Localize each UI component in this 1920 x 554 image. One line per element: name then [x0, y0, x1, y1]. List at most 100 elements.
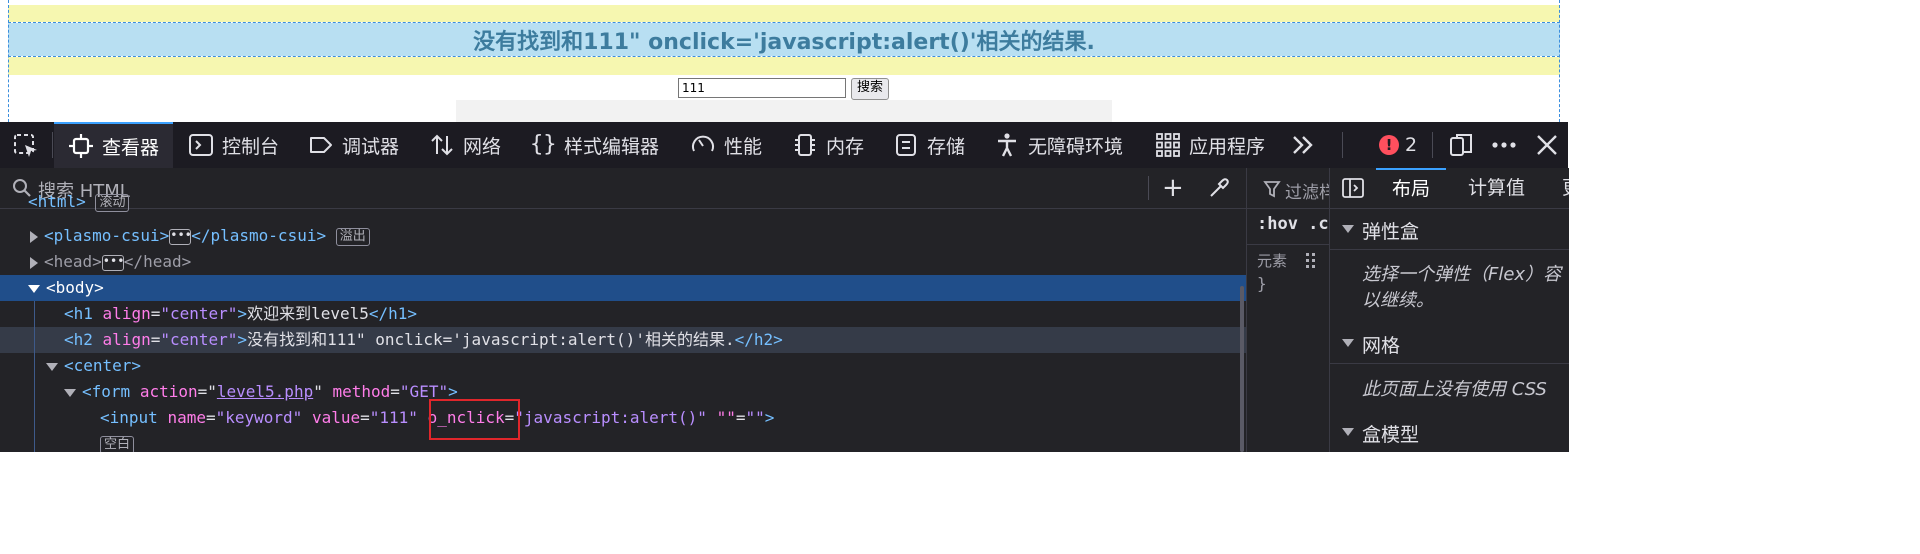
sidebar-tabs: 布局 计算值 更 [1330, 168, 1569, 209]
element-rule-label: 元素 [1257, 252, 1288, 270]
markup-line-html[interactable]: <html> 滚动 [0, 189, 1246, 215]
tab-memory[interactable]: 内存 [792, 122, 864, 168]
tab-style-editor[interactable]: {} 样式编辑器 [530, 122, 659, 168]
tab-storage-label: 存储 [927, 135, 966, 158]
network-icon [429, 132, 455, 158]
tab-console-label: 控制台 [222, 135, 280, 158]
tab-performance-label: 性能 [724, 135, 763, 158]
scroll-badge[interactable]: 滚动 [95, 193, 130, 212]
grid-hint: 此页面上没有使用 CSS [1362, 379, 1547, 400]
tab-console[interactable]: 控制台 [188, 122, 279, 168]
tab-network[interactable]: 网络 [429, 122, 501, 168]
h1-highlight-margin [8, 5, 1560, 22]
flexbox-title: 弹性盒 [1362, 221, 1420, 243]
rules-filter-input[interactable]: 过滤样 [1285, 178, 1329, 203]
tab-application[interactable]: 应用程序 [1155, 122, 1265, 168]
element-rule-brace: } [1257, 274, 1267, 293]
expand-arrow-icon[interactable] [30, 230, 38, 243]
tab-more[interactable]: 更 [1562, 168, 1569, 208]
collapsed-ellipsis-icon[interactable]: ••• [101, 254, 124, 271]
guide-line-top [8, 22, 1560, 23]
collapse-arrow-icon [1342, 225, 1354, 233]
storage-icon [893, 132, 919, 158]
boxmodel-section[interactable]: 盒模型 [1330, 412, 1569, 452]
markup-panel: 搜索 HTML + <html> 滚动 <plasmo-csui>•••</pl… [0, 168, 1246, 452]
markup-line-head[interactable]: <head>•••</head> [0, 249, 1246, 275]
grid-section[interactable]: 网格 [1330, 323, 1569, 364]
grid-icon[interactable] [1305, 252, 1321, 268]
layout-panel: 布局 计算值 更 弹性盒 选择一个弹性（Flex）容 以继续。 网格 此页面上没… [1329, 168, 1569, 452]
markup-line-h1[interactable]: <h1 align="center">欢迎来到level5</h1> [0, 301, 1246, 327]
close-icon[interactable] [1535, 122, 1559, 168]
filter-icon [1263, 180, 1281, 198]
more-icon[interactable] [1490, 122, 1518, 168]
pseudo-class-toggle[interactable]: :hov .cl [1257, 214, 1329, 234]
collapse-arrow-icon[interactable] [64, 388, 76, 397]
markup-line-h2[interactable]: <h2 align="center">没有找到和111" onclick='ja… [0, 327, 1246, 353]
markup-line-center[interactable]: <center> [0, 353, 1246, 379]
markup-line-body[interactable]: <body> [0, 275, 1246, 301]
rules-panel: 过滤样 :hov .cl 元素 } [1246, 168, 1329, 452]
tab-accessibility[interactable]: 无障碍环境 [994, 122, 1123, 168]
whitespace-badge[interactable]: 空白 [100, 435, 135, 452]
devtools-toolbar: 查看器 控制台 调试器 网络 {} 样式编辑器 性能 内存 存储 无障碍环境 应… [0, 122, 1568, 168]
search-button[interactable]: 搜索 [851, 78, 889, 100]
toolbar-separator [1432, 132, 1433, 158]
collapse-arrow-icon[interactable] [46, 362, 58, 371]
tab-accessibility-label: 无障碍环境 [1028, 135, 1124, 158]
performance-icon [690, 132, 716, 158]
markup-line-plasmo[interactable]: <plasmo-csui>•••</plasmo-csui> 溢出 [0, 223, 1246, 249]
search-form: 111 搜索 [0, 77, 1568, 101]
tab-performance[interactable]: 性能 [690, 122, 762, 168]
tab-inspector[interactable]: 查看器 [54, 122, 174, 168]
overflow-badge[interactable]: 溢出 [335, 227, 370, 246]
collapse-arrow-icon[interactable] [28, 284, 40, 293]
tab-network-label: 网络 [463, 135, 502, 158]
tab-layout[interactable]: 布局 [1376, 168, 1447, 208]
accessibility-icon [994, 132, 1020, 158]
tab-memory-label: 内存 [826, 135, 865, 158]
indent-guide [34, 301, 35, 452]
expand-arrow-icon[interactable] [30, 256, 38, 269]
guide-line-left [8, 0, 9, 122]
application-icon [1155, 132, 1181, 158]
error-icon: ! [1379, 135, 1399, 155]
toolbar-separator [52, 132, 53, 158]
flexbox-section[interactable]: 弹性盒 [1330, 209, 1569, 250]
picker-icon[interactable] [12, 132, 40, 160]
collapsed-ellipsis-icon[interactable]: ••• [169, 228, 192, 245]
page-viewport: 没有找到和111" onclick='javascript:alert()'相关… [0, 0, 1568, 122]
h2-highlight-margin [8, 57, 1560, 75]
tab-inspector-label: 查看器 [102, 136, 160, 159]
markup-scrollbar[interactable] [1240, 286, 1244, 452]
toggle-sidebar-icon[interactable] [1342, 178, 1364, 198]
style-editor-icon: {} [530, 132, 557, 157]
console-icon [188, 132, 214, 158]
flexbox-hint: 选择一个弹性（Flex）容 [1362, 264, 1562, 285]
toolbar-separator [1342, 132, 1343, 158]
markup-line-input[interactable]: <input name="keyword" value="111" o_ncli… [0, 405, 1246, 431]
error-count-badge[interactable]: ! 2 [1379, 122, 1417, 168]
rules-filter-bar: 过滤样 [1247, 168, 1329, 209]
responsive-icon[interactable] [1448, 122, 1474, 168]
flexbox-hint-cont: 以继续。 [1362, 290, 1434, 311]
tab-debugger[interactable]: 调试器 [308, 122, 399, 168]
debugger-icon [308, 132, 334, 158]
grid-title: 网格 [1362, 335, 1401, 357]
annotation-red-box [429, 399, 520, 440]
tab-computed[interactable]: 计算值 [1468, 168, 1525, 208]
tab-storage[interactable]: 存储 [893, 122, 965, 168]
collapse-arrow-icon [1342, 339, 1354, 347]
markup-line-whitespace: 空白 [0, 431, 1246, 452]
memory-icon [792, 132, 818, 158]
keyword-input[interactable]: 111 [678, 78, 846, 98]
form-action-link[interactable]: level5.php [217, 382, 313, 401]
guide-line-bottom [8, 56, 1560, 57]
guide-line-right [1559, 0, 1560, 122]
boxmodel-title: 盒模型 [1362, 424, 1420, 446]
page-grey-block [456, 100, 1112, 122]
page-heading-result: 没有找到和111" onclick='javascript:alert()'相关… [473, 29, 1095, 55]
tab-style-editor-label: 样式编辑器 [564, 135, 660, 158]
overflow-chevrons-icon[interactable] [1290, 122, 1316, 168]
markup-line-form[interactable]: <form action="level5.php" method="GET"> [0, 379, 1246, 405]
